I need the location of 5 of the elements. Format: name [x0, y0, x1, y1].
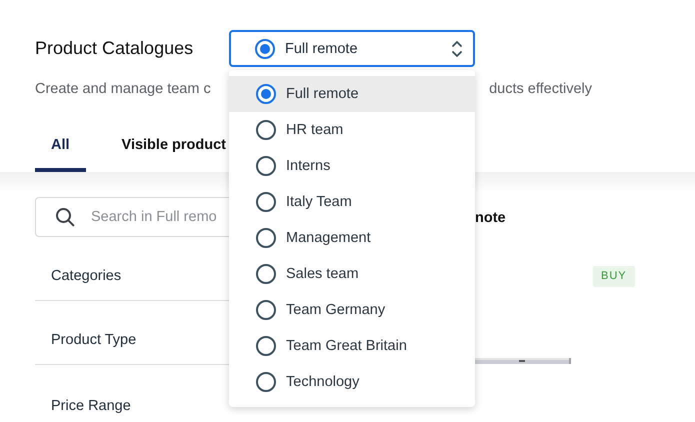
subtitle-text: ducts effectively [489, 80, 592, 99]
buy-tag: BUY [593, 266, 635, 287]
subtitle-text: Create and manage team c [35, 80, 211, 99]
page-title: Product Catalogues [35, 38, 194, 59]
product-name: note [475, 209, 506, 228]
